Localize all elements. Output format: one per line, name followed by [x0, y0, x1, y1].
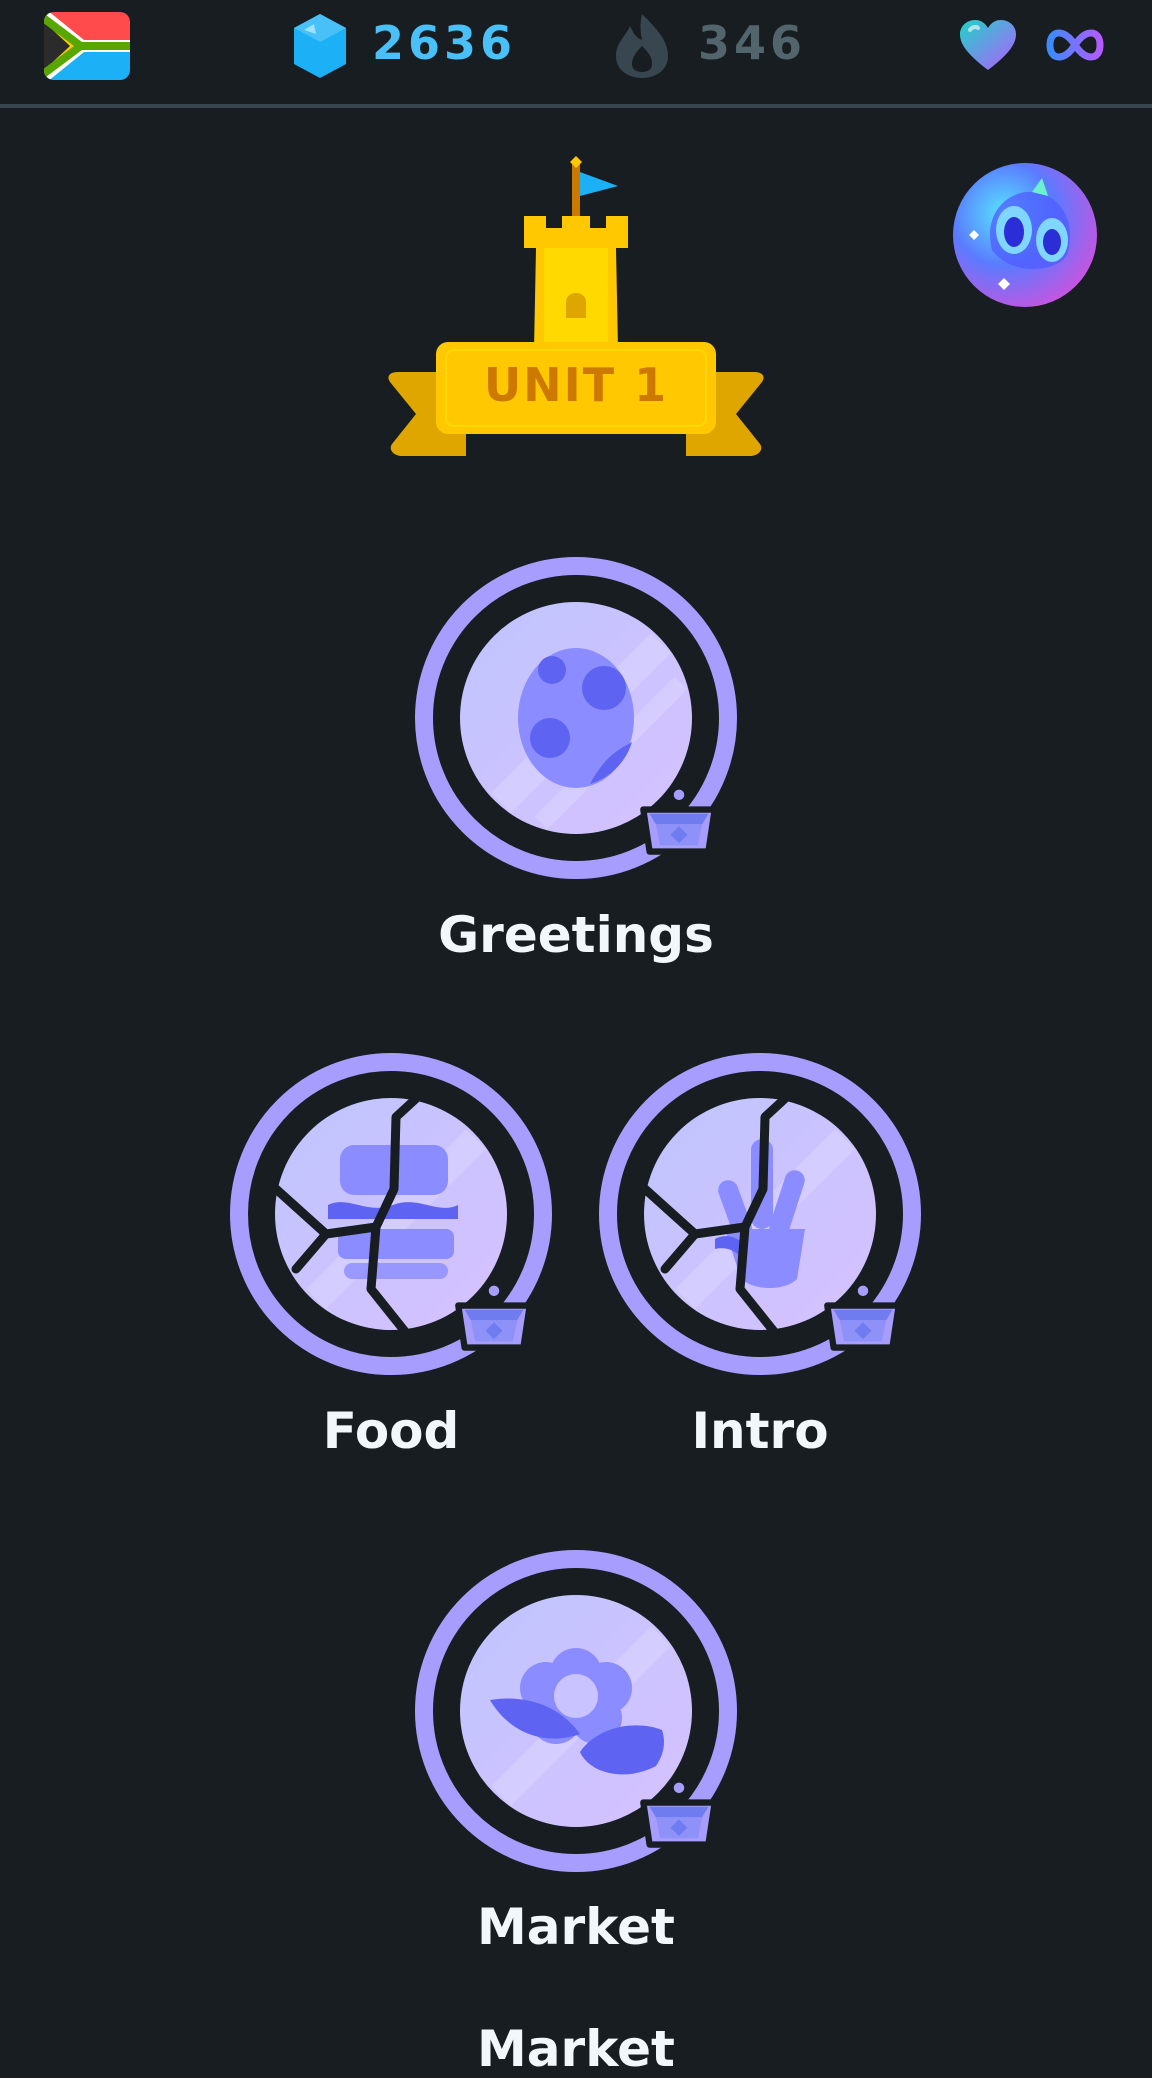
egg-icon: [518, 648, 634, 788]
top-bar: 2636 346 ∞: [0, 0, 1152, 108]
crown-icon: [452, 1277, 536, 1353]
gem-icon: [294, 14, 346, 78]
skill-node-market[interactable]: [411, 1546, 741, 1876]
owl-avatar-icon: [953, 163, 1097, 307]
skill-label-next-partial[interactable]: Market: [376, 2020, 776, 2078]
skill-node-intro[interactable]: [595, 1049, 925, 1379]
crown-icon: [821, 1277, 905, 1353]
unit-label: UNIT 1: [483, 358, 669, 412]
infinity-icon: [1046, 29, 1104, 61]
crown-icon: [637, 1774, 721, 1850]
avatar-button[interactable]: [952, 160, 1098, 310]
skill-label-food[interactable]: Food: [191, 1402, 591, 1460]
flower-icon: [490, 1648, 664, 1775]
flame-icon: [616, 14, 668, 78]
heart-icon: [960, 20, 1016, 70]
streak-counter[interactable]: 346: [612, 12, 812, 82]
course-flag-button[interactable]: [42, 10, 132, 82]
hearts-counter[interactable]: ∞: [958, 16, 1118, 76]
gems-counter[interactable]: 2636: [290, 12, 512, 82]
skill-node-food[interactable]: [226, 1049, 556, 1379]
skill-label-intro[interactable]: Intro: [560, 1402, 960, 1460]
gems-count: 2636: [372, 16, 517, 70]
unit-castle-badge[interactable]: UNIT 1: [376, 150, 776, 460]
skill-label-greetings[interactable]: Greetings: [376, 906, 776, 964]
skill-label-market[interactable]: Market: [376, 1898, 776, 1956]
castle-icon: [388, 156, 764, 456]
skill-node-greetings[interactable]: [411, 553, 741, 883]
south-africa-flag-icon: [44, 12, 130, 80]
streak-count: 346: [698, 16, 807, 70]
crown-icon: [637, 781, 721, 857]
